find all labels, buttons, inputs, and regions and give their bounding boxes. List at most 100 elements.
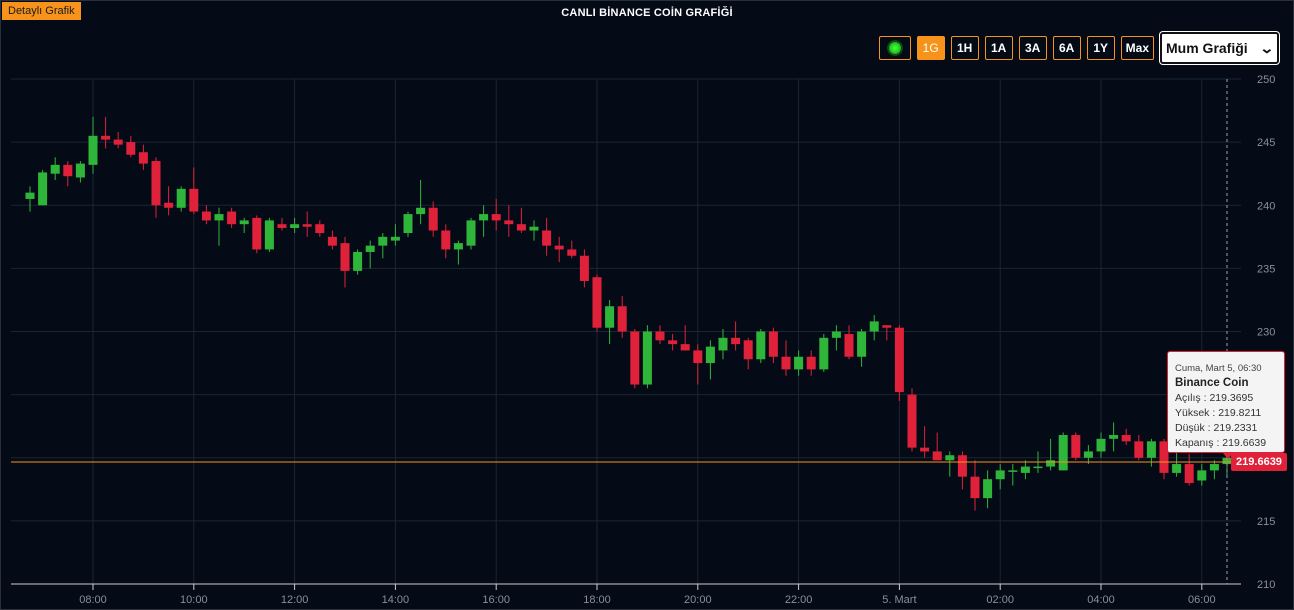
candle-body[interactable]: [1209, 464, 1219, 471]
tooltip-low: Düşük : 219.2331: [1175, 422, 1258, 434]
candle-body[interactable]: [277, 224, 287, 228]
candle-body[interactable]: [794, 356, 804, 370]
candle-body[interactable]: [529, 226, 539, 231]
candle-body[interactable]: [781, 356, 791, 370]
candle-body[interactable]: [189, 188, 199, 212]
candle-body[interactable]: [1172, 464, 1182, 473]
candle-body[interactable]: [705, 346, 715, 364]
x-tick-label: 16:00: [482, 594, 510, 606]
candle-body[interactable]: [907, 394, 917, 448]
candle-body[interactable]: [113, 139, 123, 145]
candle-body[interactable]: [1134, 441, 1144, 458]
candle-body[interactable]: [176, 188, 186, 208]
candle-body[interactable]: [302, 224, 312, 227]
candle-body[interactable]: [340, 243, 350, 271]
candle-body[interactable]: [1121, 435, 1131, 442]
candle-body[interactable]: [1197, 470, 1207, 481]
candle-body[interactable]: [869, 321, 879, 332]
candle-body[interactable]: [995, 470, 1005, 480]
candle-body[interactable]: [441, 230, 451, 250]
candle-body[interactable]: [579, 255, 589, 281]
candle-body[interactable]: [126, 142, 136, 155]
candle-body[interactable]: [1096, 438, 1106, 452]
candle-body[interactable]: [365, 245, 375, 252]
candle-body[interactable]: [151, 161, 161, 206]
candle-body[interactable]: [630, 331, 640, 385]
candle-body[interactable]: [1020, 466, 1030, 473]
candle-body[interactable]: [655, 331, 665, 341]
candle-body[interactable]: [491, 214, 501, 221]
candle-body[interactable]: [201, 211, 211, 221]
candle-body[interactable]: [693, 350, 703, 364]
candle-body[interactable]: [75, 163, 85, 178]
candle-body[interactable]: [101, 135, 111, 140]
candle-body[interactable]: [504, 220, 514, 225]
candle-body[interactable]: [756, 331, 766, 360]
candle-body[interactable]: [718, 337, 728, 351]
candle-body[interactable]: [479, 214, 489, 221]
candle-body[interactable]: [1008, 470, 1018, 472]
candle-body[interactable]: [894, 327, 904, 393]
candle-body[interactable]: [264, 220, 274, 250]
candle-body[interactable]: [1146, 441, 1156, 458]
candle-body[interactable]: [315, 224, 325, 234]
candle-body[interactable]: [390, 236, 400, 241]
candle-body[interactable]: [327, 236, 337, 246]
candle-body[interactable]: [592, 277, 602, 328]
candle-body[interactable]: [932, 451, 942, 461]
candle-body[interactable]: [731, 337, 741, 345]
candle-body[interactable]: [416, 207, 426, 215]
candle-body[interactable]: [516, 224, 526, 231]
candlestick-chart[interactable]: 25024524023523022522021521008:0010:0012:…: [1, 1, 1294, 610]
candle-body[interactable]: [353, 251, 363, 271]
candle-body[interactable]: [428, 207, 438, 231]
candle-body[interactable]: [857, 331, 867, 357]
candle-body[interactable]: [466, 220, 476, 246]
candle-body[interactable]: [957, 455, 967, 477]
candle-body[interactable]: [819, 337, 829, 370]
candle-body[interactable]: [403, 214, 413, 234]
candle-body[interactable]: [1071, 435, 1081, 458]
candle-body[interactable]: [680, 344, 690, 351]
candle-body[interactable]: [214, 214, 224, 221]
candle-body[interactable]: [768, 331, 778, 357]
candle-body[interactable]: [542, 230, 552, 246]
candle-body[interactable]: [290, 224, 300, 228]
candle-body[interactable]: [605, 306, 615, 328]
candle-body[interactable]: [1046, 460, 1056, 467]
candle-body[interactable]: [920, 447, 930, 452]
candle-body[interactable]: [138, 152, 148, 164]
candle-body[interactable]: [743, 340, 753, 360]
candle-body[interactable]: [882, 325, 892, 328]
candle-body[interactable]: [945, 455, 955, 461]
tooltip-open: Açılış : 219.3695: [1175, 392, 1254, 404]
candle-body[interactable]: [227, 211, 237, 225]
candle-body[interactable]: [239, 220, 249, 225]
candle-body[interactable]: [983, 479, 993, 499]
candle-body[interactable]: [567, 249, 577, 256]
candle-body[interactable]: [453, 243, 463, 250]
candle-body[interactable]: [844, 334, 854, 357]
candle-body[interactable]: [252, 217, 262, 250]
candle-body[interactable]: [164, 202, 174, 208]
candle-body[interactable]: [642, 331, 652, 385]
candle-body[interactable]: [668, 340, 678, 345]
candle-body[interactable]: [970, 476, 980, 499]
candle-body[interactable]: [806, 356, 816, 370]
candle-body[interactable]: [63, 164, 73, 177]
candle-body[interactable]: [831, 331, 841, 338]
candle-body[interactable]: [554, 245, 564, 250]
candle-body[interactable]: [25, 192, 35, 199]
candle-body[interactable]: [38, 172, 48, 206]
y-tick-label: 230: [1257, 327, 1275, 339]
candle-body[interactable]: [1033, 466, 1043, 469]
candle-body[interactable]: [1083, 451, 1093, 458]
candle-body[interactable]: [50, 164, 60, 174]
candle-body[interactable]: [378, 236, 388, 246]
candle-body[interactable]: [1058, 435, 1068, 471]
x-tick-label: 12:00: [281, 594, 309, 606]
candle-body[interactable]: [1109, 435, 1119, 439]
candle-body[interactable]: [1184, 464, 1194, 483]
candle-body[interactable]: [617, 306, 627, 332]
candle-body[interactable]: [88, 135, 98, 165]
